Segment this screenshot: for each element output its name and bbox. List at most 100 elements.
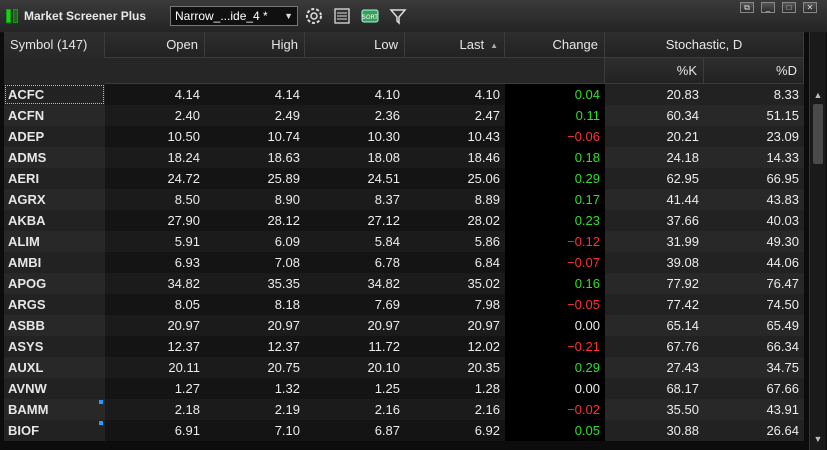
cell-change: 0.29 <box>505 168 605 189</box>
sort-ascending-icon: ▲ <box>490 40 498 50</box>
cell-symbol[interactable]: AUXL <box>4 357 105 378</box>
cell-d: 66.95 <box>704 168 804 189</box>
table-row[interactable]: AGRX 8.50 8.90 8.37 8.89 0.17 41.44 43.83 <box>4 189 804 210</box>
cell-open: 2.40 <box>174 108 200 123</box>
scroll-thumb[interactable] <box>813 104 823 164</box>
cell-symbol[interactable]: ACFC <box>4 84 105 105</box>
cell-symbol[interactable]: ACFN <box>4 105 105 126</box>
sort-icon[interactable]: SORT <box>360 6 380 26</box>
cell-open: 8.05 <box>174 297 200 312</box>
cell-k: 39.08 <box>605 252 704 273</box>
table-row[interactable]: ADEP 10.50 10.74 10.30 10.43 −0.06 20.21 23.09 <box>4 126 804 147</box>
cell-d: 44.06 <box>704 252 804 273</box>
cell-symbol[interactable]: BIOF <box>4 420 105 441</box>
cell-symbol[interactable]: BAMM <box>4 399 105 420</box>
cell-k: 27.43 <box>605 357 704 378</box>
table-row[interactable]: BAMM 2.18 2.19 2.16 2.16 −0.02 35.50 43.91 <box>4 399 804 420</box>
cell-open: 8.50 <box>174 192 200 207</box>
cell-symbol[interactable]: ARGS <box>4 294 105 315</box>
cell-last: 25.06 <box>467 171 500 186</box>
cell-d: 51.15 <box>704 105 804 126</box>
cell-change: −0.12 <box>505 231 605 252</box>
column-header-open[interactable]: Open <box>105 32 205 58</box>
table-row[interactable]: ADMS 18.24 18.63 18.08 18.46 0.18 24.18 14.33 <box>4 147 804 168</box>
cell-symbol[interactable]: AERI <box>4 168 105 189</box>
sheet-icon[interactable] <box>332 6 352 26</box>
cell-low: 8.37 <box>374 192 400 207</box>
cell-low: 20.97 <box>367 318 400 333</box>
table-row[interactable]: APOG 34.82 35.35 34.82 35.02 0.16 77.92 76.47 <box>4 273 804 294</box>
table-row[interactable]: ALIM 5.91 6.09 5.84 5.86 −0.12 31.99 49.30 <box>4 231 804 252</box>
scroll-down-icon[interactable]: ▼ <box>813 434 823 444</box>
cell-open: 34.82 <box>167 276 200 291</box>
cell-high: 6.09 <box>274 234 300 249</box>
cell-low: 4.10 <box>374 87 400 102</box>
filter-icon[interactable] <box>388 6 408 26</box>
cell-open: 20.97 <box>167 318 200 333</box>
cell-open: 4.14 <box>174 87 200 102</box>
table-row[interactable]: AUXL 20.11 20.75 20.10 20.35 0.29 27.43 34.75 <box>4 357 804 378</box>
cell-last: 1.28 <box>474 381 500 396</box>
table-row[interactable]: AVNW 1.27 1.32 1.25 1.28 0.00 68.17 67.66 <box>4 378 804 399</box>
cell-symbol[interactable]: ADMS <box>4 147 105 168</box>
table-row[interactable]: ACFN 2.40 2.49 2.36 2.47 0.11 60.34 51.15 <box>4 105 804 126</box>
link-window-button[interactable]: ⧉ <box>740 2 754 13</box>
cell-open: 6.93 <box>174 255 200 270</box>
cell-symbol[interactable]: AVNW <box>4 378 105 399</box>
scroll-up-icon[interactable]: ▲ <box>813 90 823 100</box>
cell-open: 24.72 <box>167 171 200 186</box>
cell-symbol[interactable]: APOG <box>4 273 105 294</box>
settings-gear-icon[interactable] <box>304 6 324 26</box>
cell-k: 77.42 <box>605 294 704 315</box>
maximize-button[interactable]: □ <box>782 2 796 13</box>
cell-symbol[interactable]: AMBI <box>4 252 105 273</box>
table-row[interactable]: ARGS 8.05 8.18 7.69 7.98 −0.05 77.42 74.50 <box>4 294 804 315</box>
chevron-down-icon: ▼ <box>284 11 293 21</box>
cell-d: 43.91 <box>704 399 804 420</box>
cell-symbol[interactable]: ASYS <box>4 336 105 357</box>
cell-symbol[interactable]: ADEP <box>4 126 105 147</box>
cell-open: 27.90 <box>167 213 200 228</box>
table-row[interactable]: BIOF 6.91 7.10 6.87 6.92 0.05 30.88 26.64 <box>4 420 804 441</box>
cell-symbol[interactable]: ALIM <box>4 231 105 252</box>
table-row[interactable]: ASYS 12.37 12.37 11.72 12.02 −0.21 67.76 66.34 <box>4 336 804 357</box>
cell-change: 0.05 <box>505 420 605 441</box>
column-header-d[interactable]: %D <box>704 58 804 84</box>
cell-symbol[interactable]: ASBB <box>4 315 105 336</box>
table-row[interactable]: ACFC 4.14 4.14 4.10 4.10 0.04 20.83 8.33 <box>4 84 804 105</box>
cell-d: 34.75 <box>704 357 804 378</box>
header-row: Symbol (147) Open High Low Last ▲ Change … <box>4 32 804 84</box>
cell-change: 0.04 <box>505 84 605 105</box>
layout-dropdown[interactable]: Narrow_...ide_4 * ▼ <box>170 6 298 26</box>
cell-d: 65.49 <box>704 315 804 336</box>
close-button[interactable]: ✕ <box>803 2 817 13</box>
cell-low: 2.36 <box>374 108 400 123</box>
cell-change: 0.23 <box>505 210 605 231</box>
cell-change: 0.29 <box>505 357 605 378</box>
table-row[interactable]: AMBI 6.93 7.08 6.78 6.84 −0.07 39.08 44.06 <box>4 252 804 273</box>
table-row[interactable]: ASBB 20.97 20.97 20.97 20.97 0.00 65.14 65.49 <box>4 315 804 336</box>
cell-last: 20.97 <box>467 318 500 333</box>
cell-high: 7.08 <box>274 255 300 270</box>
cell-low: 1.25 <box>374 381 400 396</box>
minimize-button[interactable]: _ <box>761 2 775 13</box>
cell-k: 68.17 <box>605 378 704 399</box>
cell-change: 0.11 <box>505 105 605 126</box>
column-header-change[interactable]: Change <box>505 32 605 58</box>
vertical-scrollbar[interactable]: ▲ ▼ <box>809 32 826 450</box>
column-header-k[interactable]: %K <box>605 58 704 84</box>
column-header-low[interactable]: Low <box>305 32 405 58</box>
column-header-last[interactable]: Last ▲ <box>405 32 505 58</box>
cell-symbol[interactable]: AGRX <box>4 189 105 210</box>
cell-k: 20.83 <box>605 84 704 105</box>
subheader-row: %K %D <box>4 58 804 84</box>
cell-d: 40.03 <box>704 210 804 231</box>
cell-d: 66.34 <box>704 336 804 357</box>
column-header-stochastic[interactable]: Stochastic, D <box>605 32 804 58</box>
table-row[interactable]: AKBA 27.90 28.12 27.12 28.02 0.23 37.66 40.03 <box>4 210 804 231</box>
column-header-high[interactable]: High <box>205 32 305 58</box>
table-row[interactable]: AERI 24.72 25.89 24.51 25.06 0.29 62.95 66.95 <box>4 168 804 189</box>
cell-high: 4.14 <box>274 87 300 102</box>
cell-symbol[interactable]: AKBA <box>4 210 105 231</box>
cell-k: 77.92 <box>605 273 704 294</box>
